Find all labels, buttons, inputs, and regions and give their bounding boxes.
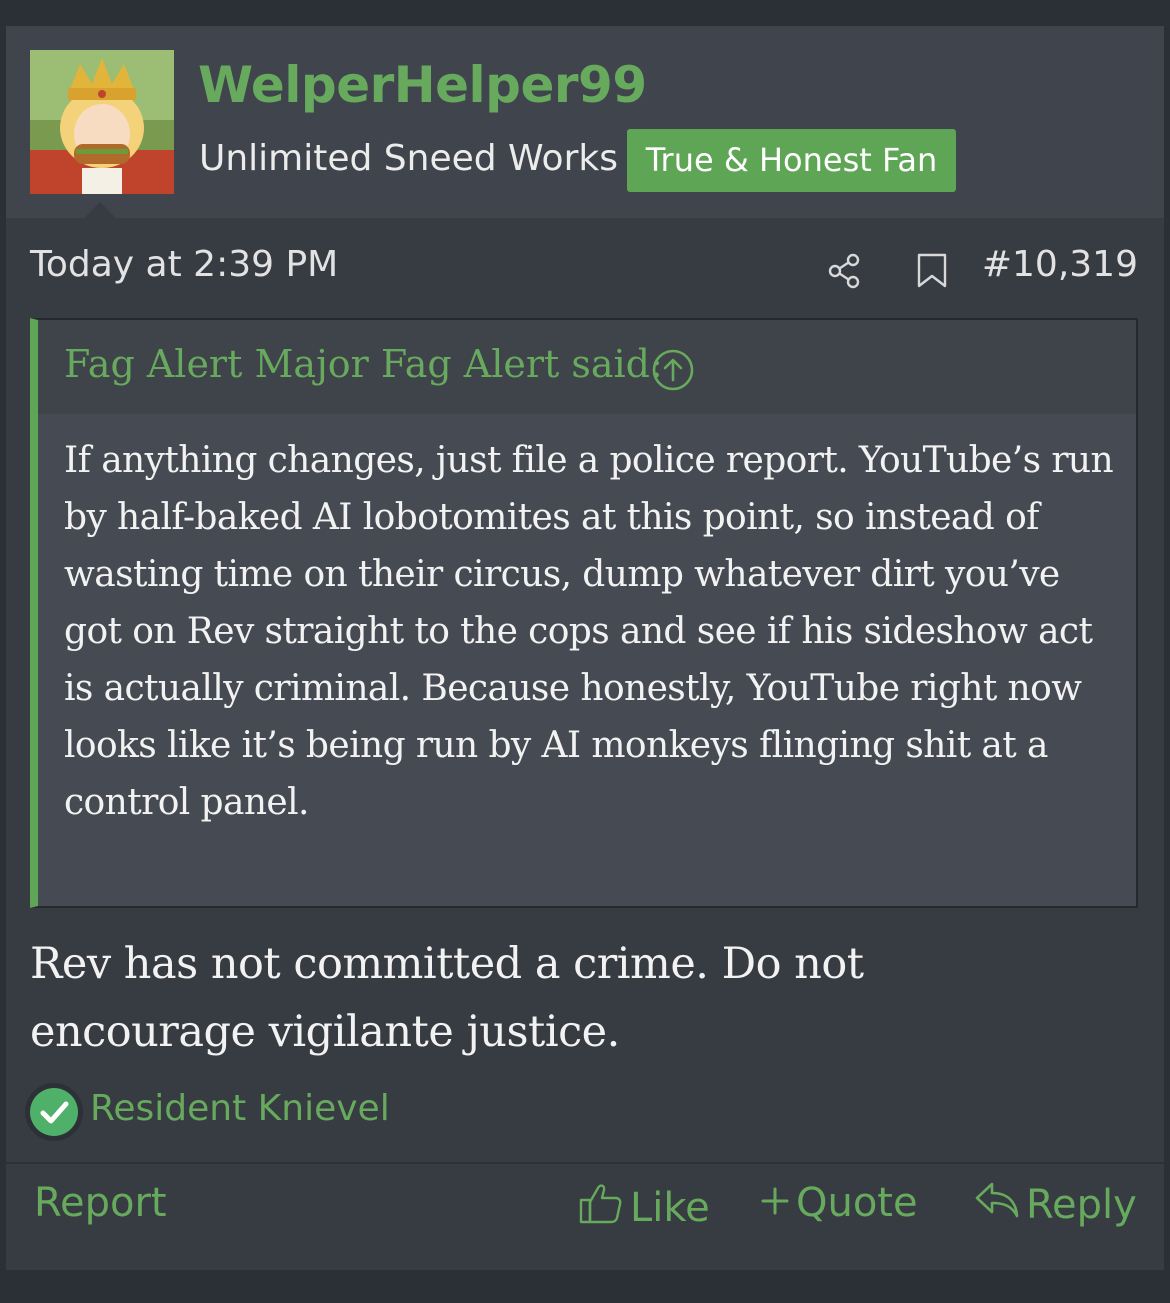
post-user-header: WelperHelper99 Unlimited Sneed Works Tru… bbox=[6, 26, 1164, 218]
post-number-link[interactable]: #10,319 bbox=[982, 244, 1138, 285]
quote-text: If anything changes, just file a police … bbox=[64, 440, 1114, 823]
report-label: Report bbox=[34, 1180, 167, 1226]
reply-label: Reply bbox=[1026, 1182, 1137, 1228]
plus-icon bbox=[760, 1180, 796, 1226]
reply-arrow-icon bbox=[974, 1180, 1026, 1230]
quote-header: Fag Alert Major Fag Alert said: bbox=[38, 320, 1136, 414]
avatar[interactable] bbox=[30, 50, 174, 194]
share-icon[interactable] bbox=[826, 252, 864, 294]
check-circle-icon[interactable] bbox=[24, 1082, 84, 1146]
arrow-up-circle-icon[interactable] bbox=[651, 348, 695, 396]
forum-post: WelperHelper99 Unlimited Sneed Works Tru… bbox=[6, 26, 1164, 1270]
post-date[interactable]: Today at 2:39 PM bbox=[30, 244, 338, 285]
like-label: Like bbox=[630, 1185, 710, 1231]
quote-label: Quote bbox=[796, 1180, 918, 1226]
username[interactable]: WelperHelper99 bbox=[198, 56, 647, 114]
post-message: Rev has not committed a crime. Do not en… bbox=[30, 939, 864, 1057]
quote-author[interactable]: Fag Alert Major Fag Alert said: bbox=[64, 342, 663, 386]
quote-button[interactable]: Quote bbox=[760, 1180, 918, 1226]
user-title: Unlimited Sneed Works bbox=[199, 138, 618, 179]
report-link[interactable]: Report bbox=[34, 1180, 167, 1226]
user-banner: True & Honest Fan bbox=[627, 129, 956, 192]
reply-button[interactable]: Reply bbox=[974, 1180, 1137, 1230]
bookmark-icon[interactable] bbox=[916, 252, 948, 294]
reaction-user-link[interactable]: Resident Knievel bbox=[90, 1088, 390, 1129]
footer-divider bbox=[6, 1162, 1164, 1164]
quote-block: Fag Alert Major Fag Alert said: If anyth… bbox=[30, 318, 1138, 908]
avatar-pointer bbox=[84, 202, 116, 218]
like-button[interactable]: Like bbox=[578, 1180, 710, 1236]
thumbs-up-icon bbox=[578, 1180, 630, 1236]
